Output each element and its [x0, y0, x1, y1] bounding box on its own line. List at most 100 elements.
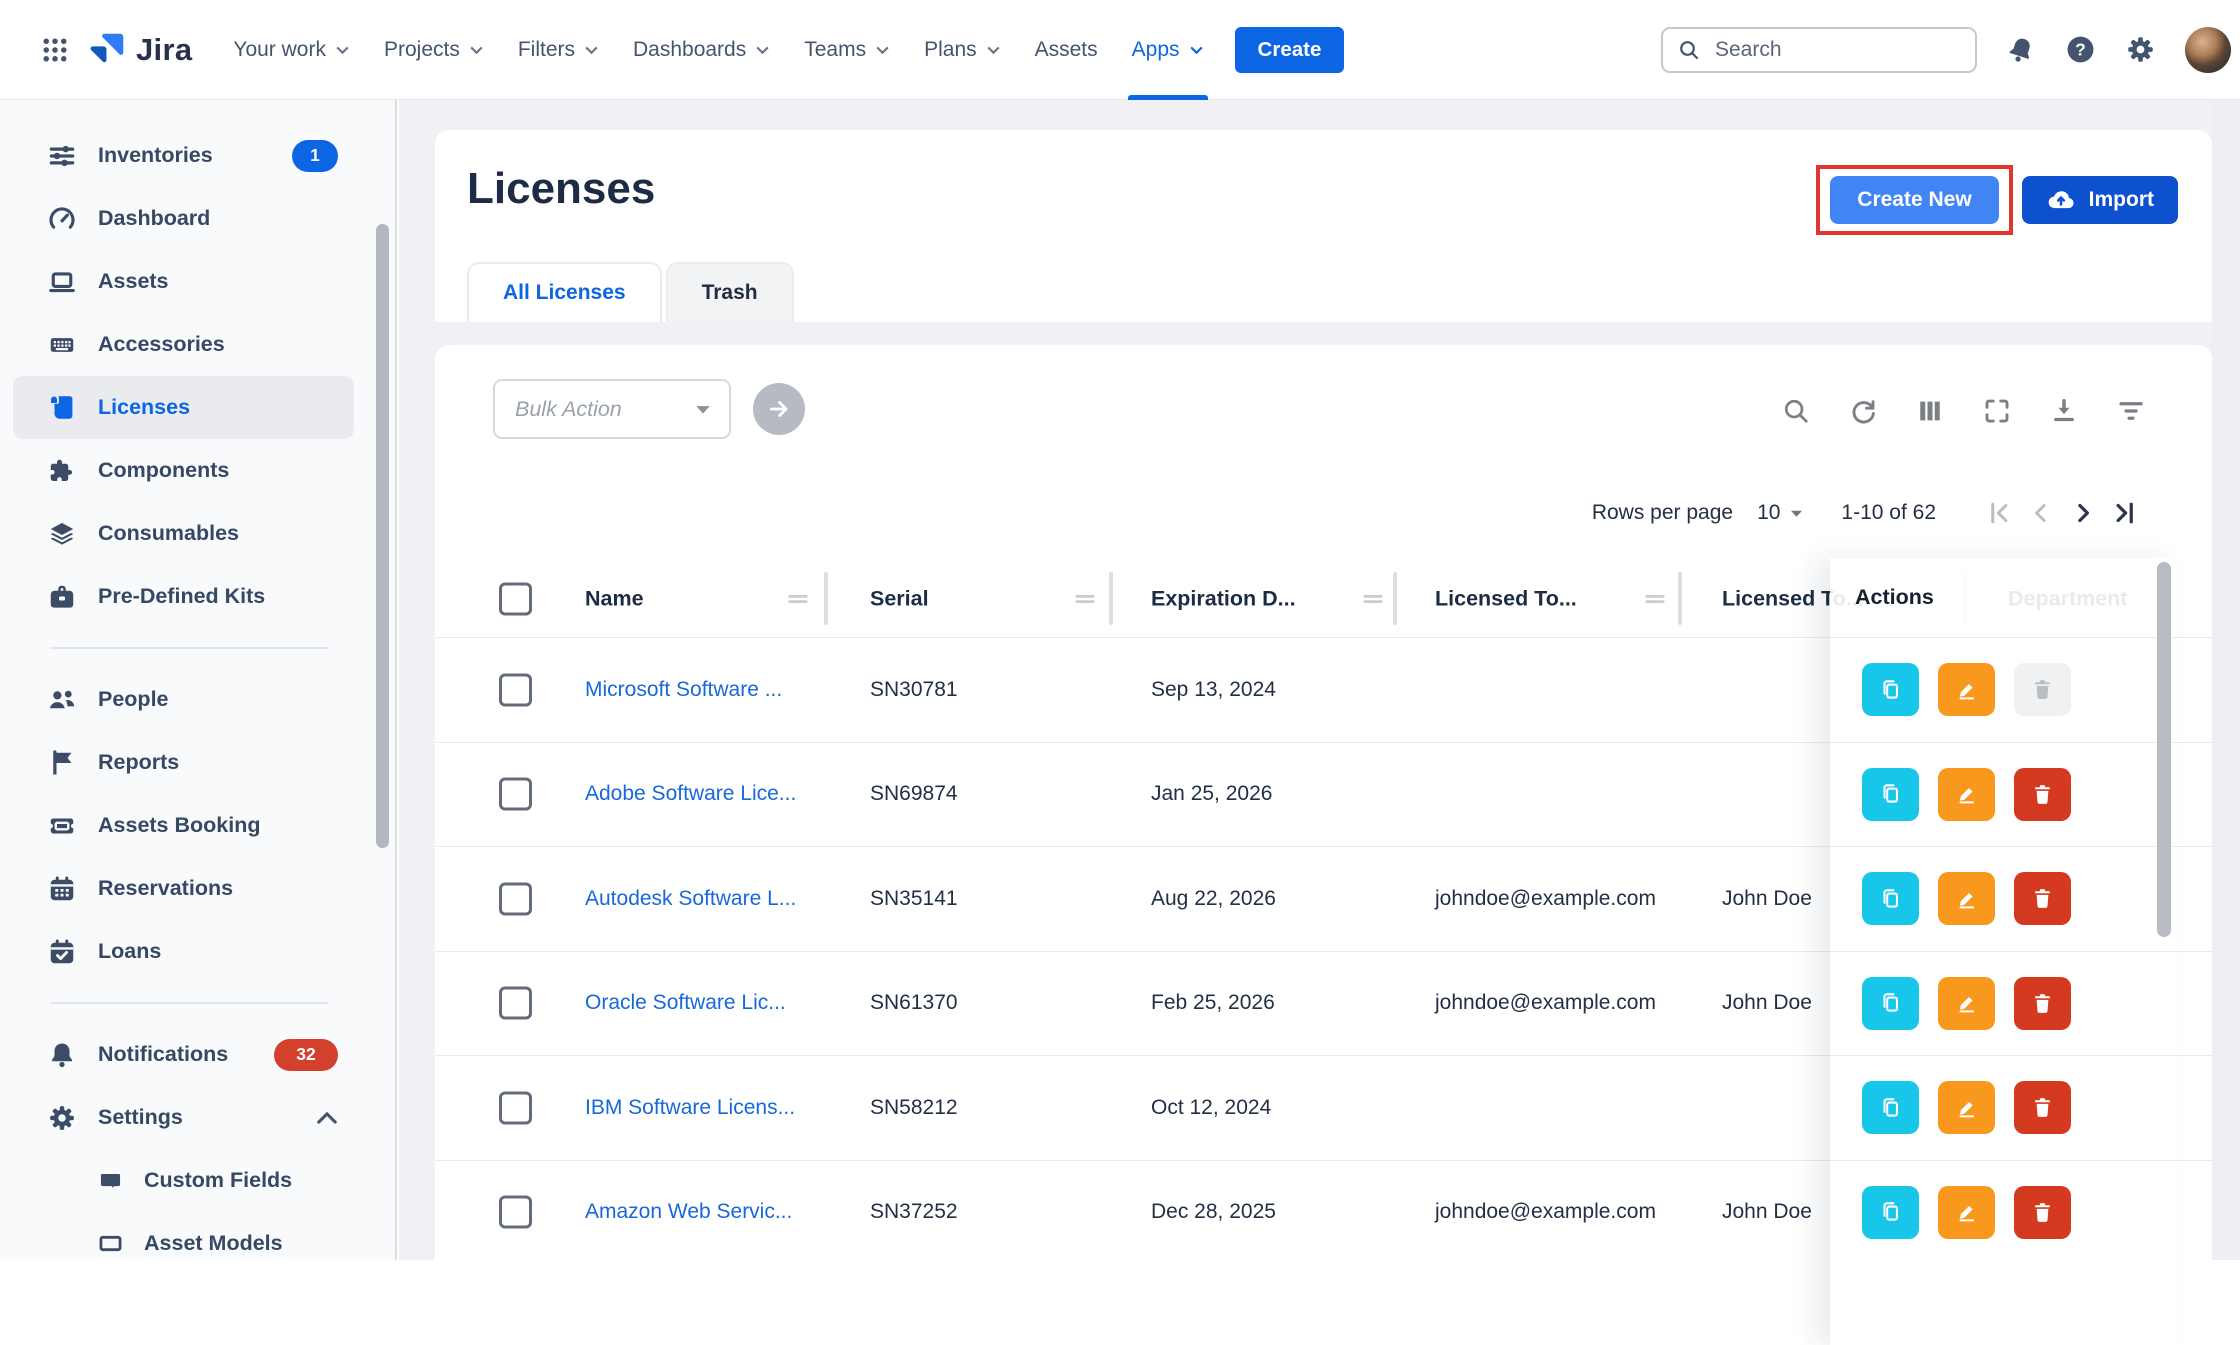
- sidebar-item-inventories[interactable]: Inventories 1: [13, 124, 354, 187]
- duplicate-button[interactable]: [1862, 1186, 1919, 1239]
- column-drag-handle-icon[interactable]: [1072, 586, 1098, 612]
- last-page-icon[interactable]: [2104, 492, 2146, 534]
- sidebar-item-notifications[interactable]: Notifications 32: [13, 1023, 354, 1086]
- search-icon[interactable]: [1781, 396, 1811, 426]
- select-all-checkbox[interactable]: [499, 582, 532, 615]
- apply-bulk-action-button[interactable]: [753, 383, 805, 435]
- sidebar-item-people[interactable]: People: [13, 668, 354, 731]
- row-checkbox[interactable]: [499, 1091, 532, 1124]
- license-name-link[interactable]: Adobe Software Lice...: [585, 782, 796, 806]
- sidebar-item-reservations[interactable]: Reservations: [13, 857, 354, 920]
- row-checkbox[interactable]: [499, 882, 532, 915]
- edit-button[interactable]: [1938, 768, 1995, 821]
- delete-button-disabled[interactable]: [2014, 663, 2071, 716]
- first-page-icon[interactable]: [1978, 492, 2020, 534]
- tab-trash[interactable]: Trash: [666, 262, 794, 322]
- app-switcher-icon[interactable]: [40, 35, 70, 65]
- row-checkbox[interactable]: [499, 778, 532, 811]
- row-checkbox[interactable]: [499, 1196, 532, 1229]
- user-avatar[interactable]: [2185, 27, 2231, 73]
- filter-icon[interactable]: [2116, 396, 2146, 426]
- edit-button[interactable]: [1938, 1186, 1995, 1239]
- duplicate-button[interactable]: [1862, 1081, 1919, 1134]
- sidebar-item-dashboard[interactable]: Dashboard: [13, 187, 354, 250]
- prev-page-icon[interactable]: [2020, 492, 2062, 534]
- delete-button[interactable]: [2014, 1081, 2071, 1134]
- duplicate-button[interactable]: [1862, 872, 1919, 925]
- nav-item-dashboards[interactable]: Dashboards: [616, 0, 787, 100]
- notifications-bell-icon[interactable]: [2006, 35, 2036, 65]
- tab-all-licenses[interactable]: All Licenses: [467, 262, 662, 322]
- sidebar-item-accessories[interactable]: Accessories: [13, 313, 354, 376]
- edit-button[interactable]: [1938, 977, 1995, 1030]
- delete-button[interactable]: [2014, 1186, 2071, 1239]
- sidebar: Inventories 1 Dashboard Assets Accessori…: [0, 100, 397, 1260]
- search-box[interactable]: [1661, 27, 1977, 73]
- duplicate-button[interactable]: [1862, 768, 1919, 821]
- table-vertical-scrollbar[interactable]: [2157, 562, 2171, 937]
- license-name-link[interactable]: Autodesk Software L...: [585, 887, 796, 911]
- nav-item-apps[interactable]: Apps: [1115, 0, 1221, 100]
- column-header-name[interactable]: Name: [585, 586, 644, 611]
- license-name-link[interactable]: IBM Software Licens...: [585, 1096, 795, 1120]
- import-button[interactable]: Import: [2022, 176, 2178, 224]
- fullscreen-icon[interactable]: [1982, 396, 2012, 426]
- nav-item-plans[interactable]: Plans: [907, 0, 1018, 100]
- column-divider[interactable]: [1393, 572, 1397, 625]
- delete-button[interactable]: [2014, 768, 2071, 821]
- license-name-link[interactable]: Microsoft Software ...: [585, 678, 782, 702]
- row-checkbox[interactable]: [499, 987, 532, 1020]
- duplicate-button[interactable]: [1862, 977, 1919, 1030]
- column-header-licensed-to-email[interactable]: Licensed To...: [1435, 586, 1577, 611]
- sidebar-item-consumables[interactable]: Consumables: [13, 502, 354, 565]
- nav-item-projects[interactable]: Projects: [367, 0, 501, 100]
- license-name-link[interactable]: Amazon Web Servic...: [585, 1200, 792, 1224]
- column-drag-handle-icon[interactable]: [1360, 586, 1386, 612]
- jira-logo[interactable]: Jira: [86, 29, 192, 71]
- column-divider[interactable]: [1109, 572, 1113, 625]
- refresh-icon[interactable]: [1848, 396, 1878, 426]
- topnav-right: ?: [1661, 27, 2231, 73]
- columns-icon[interactable]: [1915, 396, 1945, 426]
- sidebar-item-settings[interactable]: Settings: [13, 1086, 354, 1149]
- sidebar-item-assets[interactable]: Assets: [13, 250, 354, 313]
- edit-button[interactable]: [1938, 872, 1995, 925]
- sidebar-item-custom-fields[interactable]: Custom Fields: [13, 1149, 354, 1212]
- row-checkbox[interactable]: [499, 673, 532, 706]
- create-button[interactable]: Create: [1235, 27, 1345, 73]
- duplicate-button[interactable]: [1862, 663, 1919, 716]
- sidebar-divider: [50, 1002, 329, 1004]
- nav-item-your-work[interactable]: Your work: [216, 0, 367, 100]
- column-drag-handle-icon[interactable]: [785, 586, 811, 612]
- column-header-expiration[interactable]: Expiration D...: [1151, 586, 1296, 611]
- delete-button[interactable]: [2014, 977, 2071, 1030]
- rows-per-page-select[interactable]: 10: [1757, 501, 1803, 525]
- column-drag-handle-icon[interactable]: [1642, 586, 1668, 612]
- column-divider[interactable]: [1678, 572, 1682, 625]
- create-new-button[interactable]: Create New: [1830, 176, 1998, 224]
- next-page-icon[interactable]: [2062, 492, 2104, 534]
- delete-button[interactable]: [2014, 872, 2071, 925]
- nav-item-teams[interactable]: Teams: [787, 0, 907, 100]
- help-icon[interactable]: ?: [2065, 34, 2096, 65]
- edit-button[interactable]: [1938, 663, 1995, 716]
- sidebar-item-loans[interactable]: Loans: [13, 920, 354, 983]
- sidebar-item-pre-defined-kits[interactable]: Pre-Defined Kits: [13, 565, 354, 628]
- sidebar-item-components[interactable]: Components: [13, 439, 354, 502]
- edit-button[interactable]: [1938, 1081, 1995, 1134]
- column-header-serial[interactable]: Serial: [870, 586, 929, 611]
- sidebar-item-licenses[interactable]: Licenses: [13, 376, 354, 439]
- nav-item-assets[interactable]: Assets: [1018, 0, 1115, 100]
- sidebar-item-asset-models[interactable]: Asset Models: [13, 1212, 354, 1260]
- bulk-action-select[interactable]: Bulk Action: [493, 379, 731, 439]
- licensed-to-email-cell: johndoe@example.com: [1435, 1200, 1656, 1224]
- gear-icon[interactable]: [2125, 34, 2156, 65]
- column-divider[interactable]: [824, 572, 828, 625]
- sidebar-scrollbar[interactable]: [376, 224, 389, 848]
- license-name-link[interactable]: Oracle Software Lic...: [585, 991, 786, 1015]
- sidebar-item-reports[interactable]: Reports: [13, 731, 354, 794]
- nav-item-filters[interactable]: Filters: [501, 0, 616, 100]
- sidebar-item-assets-booking[interactable]: Assets Booking: [13, 794, 354, 857]
- download-icon[interactable]: [2049, 396, 2079, 426]
- search-input[interactable]: [1713, 37, 1937, 63]
